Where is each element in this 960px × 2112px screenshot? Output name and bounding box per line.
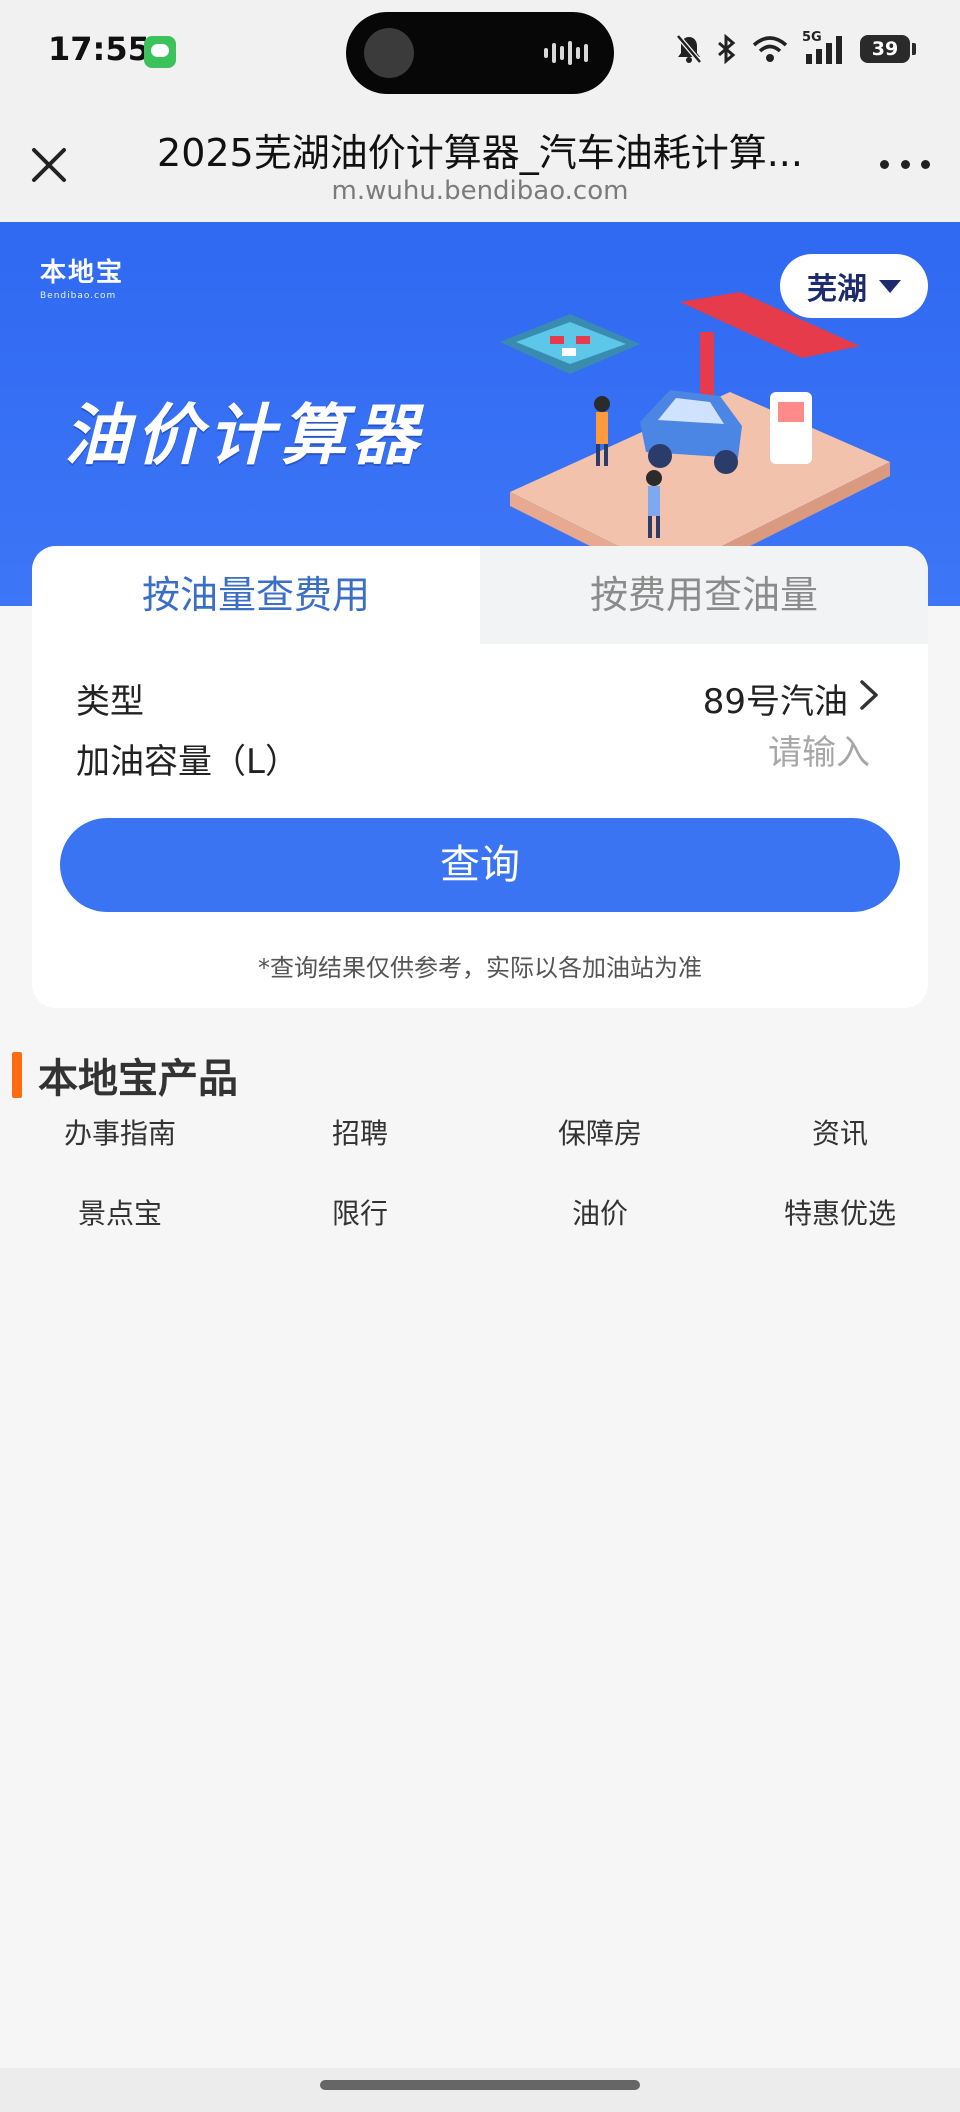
page-title: 2025芜湖油价计算器_汽车油耗计算... [157,131,803,175]
bluetooth-icon [718,34,736,64]
mute-bell-icon [676,34,702,64]
fuel-type-label: 类型 [76,682,144,722]
page-url: m.wuhu.bendibao.com [331,176,629,206]
product-link[interactable]: 油价 [480,1192,720,1232]
query-button[interactable]: 查询 [60,818,900,912]
album-art-icon [364,28,414,78]
browser-navbar: 2025芜湖油价计算器_汽车油耗计算... m.wuhu.bendibao.co… [0,104,960,222]
logo-subtext: Bendibao.com [40,291,117,301]
product-link[interactable]: 办事指南 [0,1112,240,1152]
banner-title: 油价计算器 [64,397,424,474]
status-icons: 5G 39 [676,30,916,64]
more-options-icon[interactable] [880,156,930,172]
home-indicator[interactable] [320,2080,640,2090]
bottom-toolbar [0,2068,960,2112]
fuel-type-select[interactable]: 89号汽油 [703,674,848,723]
products-section-title: 本地宝产品 [38,1056,238,1102]
product-link[interactable]: 特惠优选 [720,1192,960,1232]
caret-down-icon [879,279,901,293]
close-icon[interactable] [26,142,72,188]
product-link[interactable]: 景点宝 [0,1192,240,1232]
dynamic-island [346,12,614,94]
oil-calculator-card: 按油量查费用 按费用查油量 类型 89号汽油 加油容量（L） 查询 *查询结果仅… [32,546,928,1008]
product-link[interactable]: 资讯 [720,1112,960,1152]
product-link[interactable]: 保障房 [480,1112,720,1152]
chevron-right-icon[interactable] [854,678,884,712]
product-link[interactable]: 招聘 [240,1112,480,1152]
wifi-icon [752,36,788,62]
cellular-signal-icon: 5G [802,30,846,64]
calculator-tabs: 按油量查费用 按费用查油量 [32,546,928,644]
volume-input[interactable] [608,732,872,774]
status-bar: 17:55 5G 39 [0,0,960,104]
status-time: 17:55 [48,30,150,68]
battery-icon: 39 [860,35,916,63]
audio-wave-icon [544,40,588,66]
tab-by-volume[interactable]: 按油量查费用 [32,546,480,644]
tab-by-cost[interactable]: 按费用查油量 [480,546,928,644]
volume-label: 加油容量（L） [76,742,299,782]
logo-text: 本地宝 [40,258,125,288]
disclaimer-note: *查询结果仅供参考，实际以各加油站为准 [258,954,702,982]
product-link[interactable]: 限行 [240,1192,480,1232]
bendibao-logo: 本地宝 Bendibao.com [40,252,124,301]
messages-icon [144,36,176,68]
section-accent-bar [12,1052,22,1098]
